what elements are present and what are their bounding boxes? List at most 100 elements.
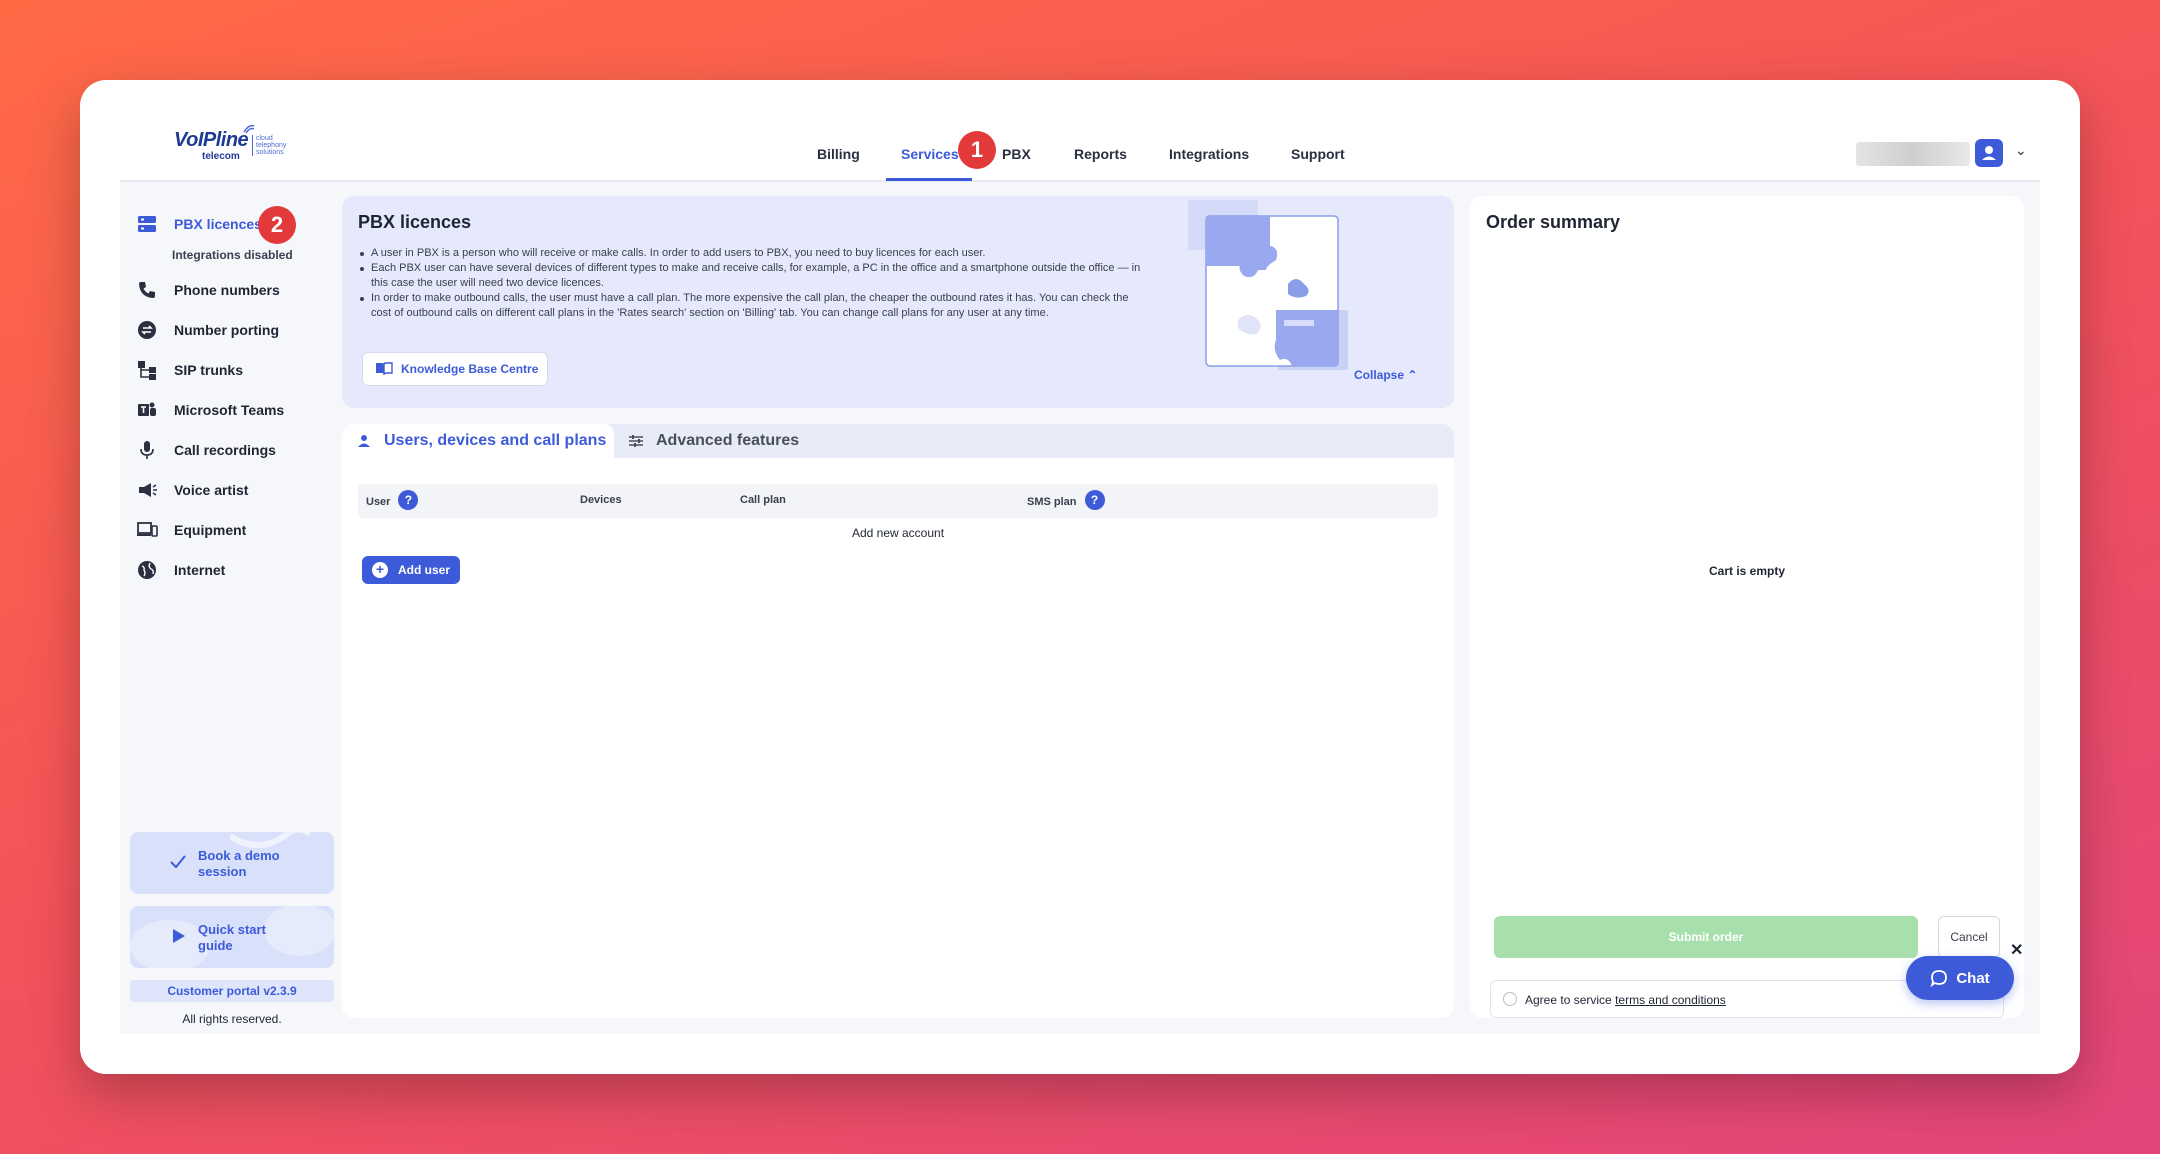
globe-icon	[136, 559, 158, 581]
sidebar-item-label: Phone numbers	[174, 282, 280, 298]
sidebar-item-internet[interactable]: Internet	[136, 558, 225, 582]
sidebar-item-label: Voice artist	[174, 482, 249, 498]
sip-trunk-icon	[136, 359, 158, 381]
order-title: Order summary	[1486, 212, 1621, 232]
add-user-button[interactable]: + Add user	[362, 556, 460, 584]
sidebar-item-microsoft-teams[interactable]: Microsoft Teams	[136, 398, 284, 422]
browser-window: VoIPline telecom cloud telephony solutio…	[80, 80, 2080, 1074]
sidebar-item-voice-artist[interactable]: Voice artist	[136, 478, 248, 502]
nav-integrations[interactable]: Integrations	[1169, 146, 1249, 162]
user-name-redacted[interactable]	[1856, 142, 1970, 166]
user-icon	[1982, 146, 1996, 160]
sidebar-item-label: PBX licences	[174, 216, 262, 232]
book-demo-label: Book a demo session	[198, 848, 280, 879]
sidebar-item-phone-numbers[interactable]: Phone numbers	[136, 278, 280, 302]
book-icon	[375, 362, 393, 376]
terms-link[interactable]: terms and conditions	[1615, 993, 1726, 1007]
col-label: Devices	[580, 494, 622, 506]
col-label: SMS plan	[1027, 496, 1077, 508]
step-badge-2: 2	[258, 206, 296, 244]
phone-icon	[136, 279, 158, 301]
sidebar-item-label: Internet	[174, 562, 226, 578]
sidebar-item-label: Number porting	[174, 322, 279, 338]
signal-icon	[243, 124, 255, 134]
server-icon	[136, 213, 158, 235]
chat-bubble-icon	[1930, 969, 1948, 988]
person-icon	[356, 433, 372, 449]
chat-label: Chat	[1956, 969, 1990, 987]
sidebar-item-equipment[interactable]: Equipment	[136, 518, 246, 542]
tab-label: Advanced features	[656, 432, 800, 449]
pbx-info-card: PBX licences A user in PBX is a person w…	[342, 196, 1454, 408]
puzzle-illustration	[1188, 200, 1378, 384]
user-avatar[interactable]	[1975, 139, 2003, 167]
brand-tagline: cloud telephony solutions	[252, 135, 292, 156]
collapse-link[interactable]: Collapse ⌃	[1354, 368, 1417, 382]
chat-close-icon[interactable]: ✕	[2010, 940, 2023, 960]
help-icon[interactable]: ?	[398, 490, 419, 510]
col-call-plan: Call plan	[740, 494, 786, 506]
sidebar-item-call-recordings[interactable]: Call recordings	[136, 438, 276, 462]
play-icon	[168, 926, 188, 946]
brand-name: VoIPline	[174, 129, 249, 151]
tab-label: Users, devices and call plans	[384, 432, 607, 449]
chevron-down-icon[interactable]: ⌄	[2015, 142, 2027, 159]
info-title: PBX licences	[358, 212, 472, 232]
cart-empty-message: Cart is empty	[1708, 564, 1786, 578]
nav-pbx[interactable]: PBX	[1002, 146, 1031, 162]
col-sms-plan: SMS plan ?	[1027, 490, 1105, 510]
nav-support[interactable]: Support	[1291, 146, 1345, 162]
order-summary-panel: Order summary Cart is empty Submit order…	[1470, 196, 2024, 1018]
users-panel: Users, devices and call plans Advanced f…	[342, 424, 1454, 1018]
devices-icon	[136, 519, 158, 541]
megaphone-icon	[136, 479, 158, 501]
rights-text: All rights reserved.	[182, 1012, 282, 1026]
terms-text: Agree to service terms and conditions	[1525, 993, 1726, 1007]
check-icon	[168, 852, 188, 872]
chevron-up-icon: ⌃	[1407, 368, 1418, 382]
col-label: User	[366, 496, 391, 508]
info-bullet: Each PBX user can have several devices o…	[358, 261, 1148, 291]
tab-advanced-features[interactable]: Advanced features	[628, 424, 799, 458]
collapse-label: Collapse	[1354, 368, 1405, 382]
integrations-disabled-note: Integrations disabled	[172, 248, 293, 262]
tab-users-devices[interactable]: Users, devices and call plans	[342, 424, 614, 458]
help-icon[interactable]: ?	[1084, 490, 1105, 510]
quick-start-card[interactable]: Quick start guide	[130, 906, 334, 968]
sliders-icon	[628, 433, 644, 449]
sidebar-item-sip-trunks[interactable]: SIP trunks	[136, 358, 243, 382]
microphone-icon	[136, 439, 158, 461]
col-devices: Devices	[580, 494, 622, 506]
sidebar-item-label: SIP trunks	[174, 362, 243, 378]
portal-version[interactable]: Customer portal v2.3.9	[130, 980, 334, 1002]
info-bullet: A user in PBX is a person who will recei…	[358, 246, 1148, 261]
col-label: Call plan	[740, 494, 786, 506]
voipline-logo[interactable]: VoIPline telecom cloud telephony solutio…	[174, 122, 294, 162]
sidebar-item-label: Equipment	[174, 522, 247, 538]
knowledge-base-button[interactable]: Knowledge Base Centre	[362, 352, 548, 386]
terms-checkbox[interactable]	[1503, 992, 1517, 1006]
nav-reports[interactable]: Reports	[1074, 146, 1127, 162]
users-table-header: User ? Devices Call plan SMS plan ?	[358, 484, 1438, 518]
app-root: VoIPline telecom cloud telephony solutio…	[120, 120, 2040, 1034]
empty-table-message: Add new account	[851, 526, 945, 540]
info-bullet: In order to make outbound calls, the use…	[358, 291, 1148, 321]
book-demo-card[interactable]: Book a demo session	[130, 832, 334, 894]
quick-start-label: Quick start guide	[198, 922, 266, 953]
sidebar-item-number-porting[interactable]: Number porting	[136, 318, 279, 342]
col-user: User ?	[366, 490, 419, 510]
sidebar-item-pbx-licences[interactable]: PBX licences	[136, 212, 262, 236]
brand-sub: telecom	[202, 151, 240, 162]
terms-prefix: Agree to service	[1525, 993, 1612, 1007]
submit-order-button[interactable]: Submit order	[1494, 916, 1918, 958]
nav-billing[interactable]: Billing	[817, 146, 860, 162]
teams-icon	[136, 399, 158, 421]
cancel-button[interactable]: Cancel	[1938, 916, 2000, 958]
nav-services[interactable]: Services	[901, 146, 959, 162]
add-user-label: Add user	[398, 563, 451, 577]
knowledge-base-label: Knowledge Base Centre	[401, 362, 539, 376]
step-badge-1: 1	[958, 131, 996, 169]
sidebar-item-label: Microsoft Teams	[174, 402, 285, 418]
chat-button[interactable]: Chat	[1906, 956, 2014, 1000]
nav-active-indicator	[886, 178, 972, 181]
